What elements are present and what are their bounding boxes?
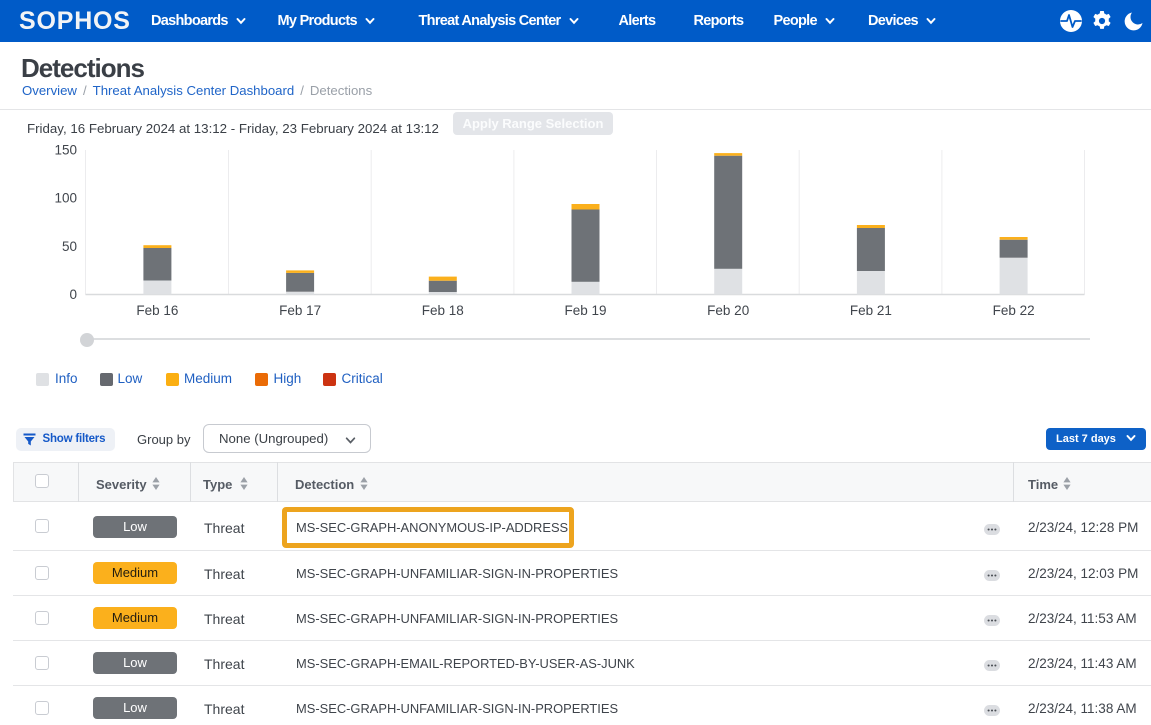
svg-text:Feb 21: Feb 21: [850, 303, 892, 318]
svg-text:Feb 19: Feb 19: [564, 303, 606, 318]
svg-text:Feb 20: Feb 20: [707, 303, 749, 318]
svg-text:50: 50: [62, 239, 77, 254]
svg-text:Feb 22: Feb 22: [993, 303, 1035, 318]
svg-text:150: 150: [54, 143, 77, 158]
svg-text:Feb 17: Feb 17: [279, 303, 321, 318]
svg-text:Feb 18: Feb 18: [422, 303, 464, 318]
svg-text:Feb 16: Feb 16: [136, 303, 178, 318]
svg-text:100: 100: [54, 191, 77, 206]
svg-text:0: 0: [69, 287, 77, 302]
